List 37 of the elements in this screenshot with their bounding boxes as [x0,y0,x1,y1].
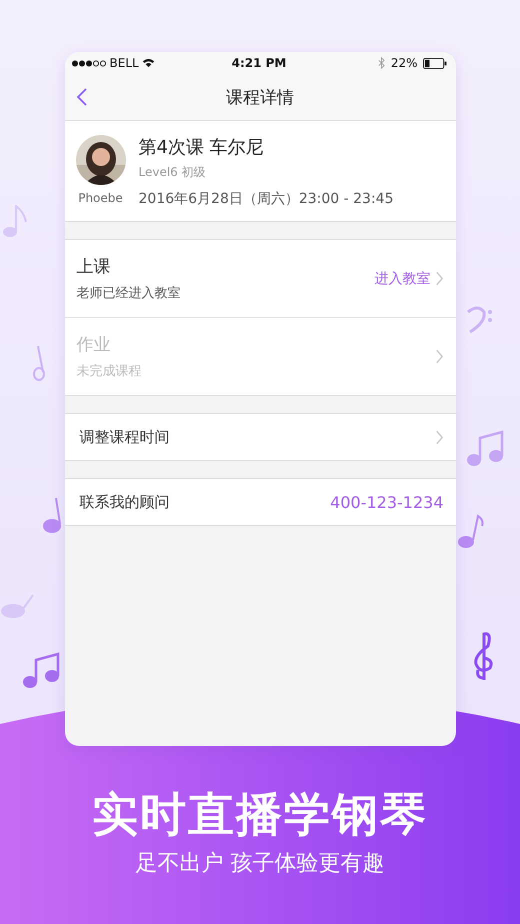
battery-percent: 22% [390,56,418,70]
bass-clef-icon [466,304,493,334]
row-label: 调整课程时间 [80,428,170,446]
screen-title: 课程详情 [226,86,294,108]
lesson-time: 2016年6月28日（周六）23:00 - 23:45 [138,190,394,208]
row-title: 上课 [76,256,112,278]
music-note-icon [42,497,62,534]
back-icon[interactable] [76,88,86,106]
lesson-level: Level6 初级 [138,164,207,181]
battery-icon [423,58,448,68]
row-title: 作业 [76,334,112,356]
music-note-icon [458,514,484,549]
carrier-name: BELL [110,56,139,70]
list-row[interactable]: 上课 老师已经进入教室 进入教室 [64,240,456,317]
list-row[interactable]: 联系我的顾问 400-123-1234 [64,479,456,525]
tagline: 足不出户 孩子体验更有趣 [136,850,384,878]
signal-icon [70,60,106,66]
headline: 实时直播学钢琴 [92,786,428,843]
bluetooth-icon [378,57,385,69]
row-subtitle: 老师已经进入教室 [76,285,180,302]
phone-number[interactable]: 400-123-1234 [330,492,444,512]
action-link[interactable]: 进入教室 [374,270,430,288]
chevron-icon [434,349,444,364]
row-label: 联系我的顾问 [80,492,170,512]
status-time: 4:21 PM [232,56,286,70]
chevron-icon [434,271,444,286]
chevron-icon [434,430,444,444]
wifi-icon [142,58,155,68]
music-note-icon [0,594,34,619]
music-note-icon [2,205,27,238]
lesson-title: 第4次课 车尔尼 [138,136,265,159]
list-row[interactable]: 调整课程时间 [64,414,456,460]
music-note-icon [22,652,60,689]
music-note-icon [466,430,504,467]
music-note-icon [32,345,46,382]
teacher-name: Phoebe [78,191,123,205]
row-subtitle: 未完成课程 [76,363,142,380]
